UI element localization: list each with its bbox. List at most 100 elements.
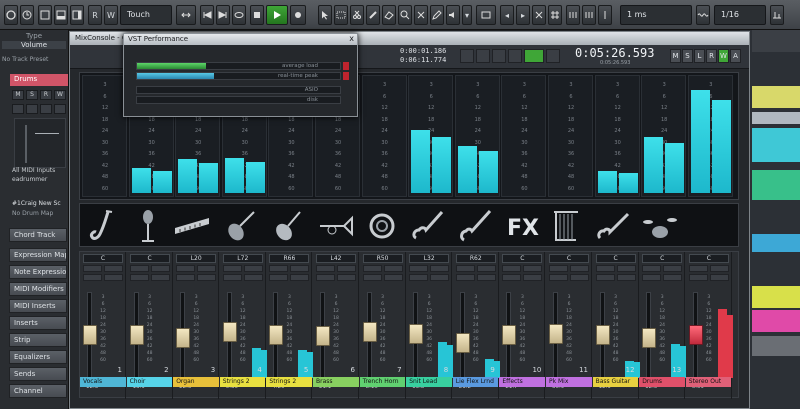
write-automation-button[interactable]: W <box>104 5 118 25</box>
pan-control[interactable]: C <box>83 254 123 263</box>
read-button[interactable] <box>663 274 683 281</box>
volume-slider[interactable] <box>25 125 27 163</box>
inspector-track-name[interactable]: Drums <box>10 74 68 86</box>
channel-name-label[interactable]: Effects <box>499 377 545 387</box>
mode-button-r[interactable]: R <box>706 49 717 63</box>
solo-button[interactable] <box>104 265 123 272</box>
grid-type-button[interactable] <box>566 5 580 25</box>
read-button[interactable] <box>616 274 636 281</box>
pan-control[interactable]: C <box>688 254 729 263</box>
mute-button[interactable] <box>455 265 475 272</box>
write-button[interactable]: W <box>54 90 66 100</box>
overload-indicator[interactable] <box>343 62 349 70</box>
fader-handle[interactable] <box>83 325 97 345</box>
read-automation-button[interactable]: R <box>88 5 102 25</box>
pan-control[interactable]: C <box>129 254 170 263</box>
mute-button[interactable] <box>176 265 196 272</box>
left-zone-button[interactable] <box>38 5 52 25</box>
read-button[interactable]: R <box>40 90 52 100</box>
constrain-delay-button[interactable] <box>20 5 34 25</box>
solo-button[interactable] <box>616 265 636 272</box>
fader-handle[interactable] <box>269 325 284 345</box>
snap-button[interactable] <box>532 5 546 25</box>
event-green[interactable] <box>752 170 800 200</box>
pan-slider[interactable] <box>35 133 59 134</box>
read-button[interactable] <box>523 274 543 281</box>
lock-button[interactable] <box>54 104 66 114</box>
read-button[interactable] <box>150 274 170 281</box>
nudge-left-button[interactable]: ◂ <box>500 5 514 25</box>
channel-name-label[interactable]: Snit Lead <box>406 377 452 387</box>
fader-handle[interactable] <box>455 332 470 353</box>
fader-handle[interactable] <box>129 325 144 345</box>
record-button[interactable] <box>290 5 306 25</box>
listen-button[interactable] <box>316 274 335 281</box>
solo-button[interactable]: S <box>26 90 38 100</box>
mute-button[interactable] <box>269 265 289 272</box>
track-preset[interactable]: No Track Preset <box>2 56 48 63</box>
play-tool[interactable] <box>446 5 460 25</box>
channel-name-label[interactable]: Brass <box>313 377 359 387</box>
glue-tool[interactable] <box>366 5 380 25</box>
listen-button[interactable] <box>549 274 568 281</box>
mute-button[interactable] <box>83 265 102 272</box>
mute-button[interactable] <box>362 265 382 272</box>
fader-handle[interactable] <box>549 323 563 344</box>
solo-button[interactable] <box>570 265 589 272</box>
channel-name-label[interactable]: Stereo Out <box>685 377 732 387</box>
mode-button-m[interactable]: M <box>670 49 681 63</box>
right-zone-button[interactable] <box>70 5 84 25</box>
cycle-button[interactable] <box>232 5 246 25</box>
solo-button[interactable] <box>663 265 683 272</box>
inspector-section-channel[interactable]: Channel <box>9 384 67 398</box>
read-button[interactable] <box>476 274 496 281</box>
fader-handle[interactable] <box>316 326 330 347</box>
pan-control[interactable]: C <box>502 254 543 263</box>
mode-button-a[interactable]: A <box>730 49 741 63</box>
zoom-tool[interactable] <box>398 5 412 25</box>
mix-cycle-button[interactable] <box>492 49 506 63</box>
mute-button[interactable] <box>688 265 708 272</box>
listen-button[interactable] <box>269 274 289 281</box>
go-to-start-button[interactable] <box>200 5 214 25</box>
solo-button[interactable] <box>243 265 263 272</box>
pan-control[interactable]: L32 <box>409 254 450 263</box>
split-tool[interactable] <box>350 5 364 25</box>
stop-button[interactable] <box>250 5 264 25</box>
mute-button[interactable] <box>129 265 149 272</box>
inspector-section-sends[interactable]: Sends <box>9 367 67 381</box>
solo-button[interactable] <box>523 265 543 272</box>
color-select-button[interactable] <box>476 5 496 25</box>
close-icon[interactable]: x <box>349 34 354 43</box>
solo-button[interactable] <box>150 265 170 272</box>
pan-control[interactable]: L42 <box>316 254 356 263</box>
inspector-section-inserts[interactable]: Inserts <box>9 316 67 330</box>
fader-handle[interactable] <box>176 328 191 349</box>
monitor-button[interactable] <box>12 104 24 114</box>
mode-button-s[interactable]: S <box>682 49 693 63</box>
listen-button[interactable] <box>83 274 102 281</box>
fader-handle[interactable] <box>362 321 377 342</box>
midi-input-select[interactable]: All MIDI Inputs <box>12 167 55 174</box>
read-button[interactable] <box>243 274 263 281</box>
read-button[interactable] <box>383 274 403 281</box>
pan-control[interactable]: C <box>642 254 683 263</box>
edit-button[interactable] <box>40 104 52 114</box>
mode-button-w[interactable]: W <box>718 49 729 63</box>
read-button[interactable] <box>104 274 123 281</box>
mix-stop-button[interactable] <box>508 49 522 63</box>
channel-name-label[interactable]: Strings 2 <box>219 377 266 387</box>
channel-name-label[interactable]: Trench Horn <box>359 377 406 387</box>
event-yellow[interactable] <box>752 86 800 108</box>
mute-button[interactable]: M <box>12 90 24 100</box>
fader-handle[interactable] <box>595 325 610 345</box>
channel-name-label[interactable]: Lie Flex Lrnd <box>452 377 499 387</box>
auto-scroll-button[interactable] <box>176 5 196 25</box>
grid-select[interactable]: 1 ms <box>620 5 692 25</box>
nudge-right-button[interactable]: ▸ <box>516 5 530 25</box>
mute-button[interactable] <box>409 265 429 272</box>
overload-indicator[interactable] <box>343 72 349 80</box>
mode-button-l[interactable]: L <box>694 49 705 63</box>
mute-button[interactable] <box>222 265 242 272</box>
mute-button[interactable] <box>549 265 568 272</box>
